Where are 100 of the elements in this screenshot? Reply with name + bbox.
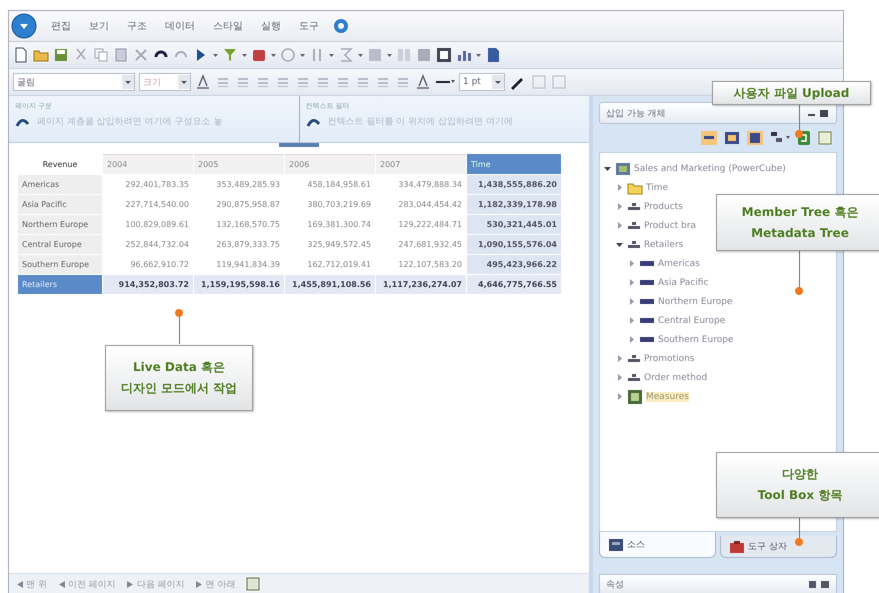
tree-item[interactable]: Order method [644, 372, 708, 382]
expand-triangle-icon[interactable] [628, 336, 636, 344]
panel-tab[interactable]: 도구 상자 [720, 536, 837, 558]
dropdown-caret-icon[interactable] [358, 52, 363, 58]
table-cell-text: 325,949,572.45 [306, 239, 372, 251]
tree-item[interactable]: Product bra [644, 220, 696, 230]
dropdown-caret-icon[interactable] [122, 75, 134, 89]
dropdown-caret-icon[interactable] [492, 75, 504, 89]
table-cell-text: 96,662,910.72 [129, 259, 190, 271]
panel-tab[interactable]: 소스 [599, 532, 716, 558]
drop-zone-hint: 컨텍스트 필터를 이 위치에 삽입하려면 여기에 [328, 116, 513, 128]
menu-item[interactable]: 편집 [47, 19, 75, 33]
callout-text: Tool Box 항목 [758, 487, 842, 504]
table-cell-text: 458,184,958.61 [306, 179, 372, 191]
restore-icon[interactable] [820, 579, 830, 589]
callout-text: 사용자 파일 Upload [734, 84, 850, 102]
sum-icon[interactable] [338, 47, 354, 63]
column-header: 2004 [103, 154, 193, 174]
table-cell-text: 292,401,783.35 [124, 179, 190, 191]
table-cell: 914,352,803.72 [103, 275, 193, 294]
table-cell: 1,159,195,598.16 [194, 275, 284, 294]
pager-link[interactable]: 다음 페이지 [126, 578, 185, 590]
menu-item[interactable]: 구조 [123, 19, 151, 33]
save-icon[interactable] [53, 47, 69, 63]
row-header: Central Europe [18, 235, 102, 254]
expand-triangle-icon[interactable] [628, 278, 636, 286]
frame-icon[interactable] [436, 47, 452, 63]
table-cell: 530,321,445.01 [467, 215, 561, 234]
cube-icon [615, 160, 631, 176]
expand-triangle-icon[interactable] [628, 298, 636, 306]
expand-triangle-icon[interactable] [616, 392, 624, 400]
expand-triangle-icon[interactable] [616, 374, 624, 382]
collapse-triangle-icon[interactable] [604, 164, 612, 172]
dropdown-caret-icon[interactable] [178, 75, 190, 89]
tree-item[interactable]: Time [646, 182, 668, 192]
table-view-icon[interactable] [723, 130, 741, 146]
tree-item[interactable]: Measures [646, 392, 689, 402]
pager-link[interactable]: 이전 페이지 [56, 578, 116, 590]
dropdown-caret-icon[interactable] [271, 52, 276, 58]
table-cell-text: 252,844,732.04 [124, 239, 190, 251]
dropdown-caret-icon[interactable] [213, 52, 218, 58]
table-cell-text: 100,829,089.61 [124, 219, 190, 231]
circle-icon[interactable] [280, 47, 296, 63]
expand-triangle-icon[interactable] [616, 184, 624, 192]
font-color-icon[interactable] [195, 74, 211, 90]
page-icon[interactable] [246, 577, 260, 591]
table-cell-text: 162,712,019.41 [306, 259, 372, 271]
menu-item[interactable]: 스타일 [209, 19, 247, 33]
menu-item[interactable]: 데이터 [161, 19, 199, 33]
member-view-icon[interactable] [700, 130, 718, 146]
dropdown-caret-icon[interactable] [329, 52, 334, 58]
tree-item[interactable]: Retailers [644, 240, 684, 250]
expand-triangle-icon[interactable] [616, 202, 624, 210]
tree-item[interactable]: Northern Europe [658, 296, 732, 306]
table-cell: 1,117,236,274.07 [376, 275, 466, 294]
row-header: Southern Europe [18, 255, 102, 274]
help-icon[interactable] [333, 18, 349, 34]
tree-item[interactable]: Sales and Marketing (PowerCube) [634, 164, 786, 174]
pager-link[interactable]: 맨 아래 [194, 578, 236, 590]
expand-triangle-icon[interactable] [616, 222, 624, 230]
dropdown-caret-icon[interactable] [300, 52, 305, 58]
tree-item[interactable]: Americas [658, 258, 700, 268]
new-document-icon[interactable] [13, 47, 29, 63]
font-field[interactable]: 굴림 [13, 73, 135, 91]
tree-item[interactable]: Promotions [644, 354, 694, 364]
fill-color-icon[interactable] [415, 74, 431, 90]
measures-icon [627, 388, 643, 404]
expand-triangle-icon[interactable] [628, 316, 636, 324]
table-cell: 1,438,555,886.20 [467, 175, 561, 194]
table-cell: 1,090,155,576.04 [467, 235, 561, 254]
column-header: 2005 [194, 154, 284, 174]
copy-icon[interactable] [93, 47, 109, 63]
table-cell-text: 122,107,583.20 [397, 259, 463, 271]
dropdown-caret-icon[interactable] [476, 52, 481, 58]
table-cell: 495,423,966.22 [467, 255, 561, 274]
expand-triangle-icon[interactable] [628, 260, 636, 268]
tree-item[interactable]: Asia Pacific [658, 278, 708, 288]
app-orb-icon[interactable] [11, 13, 37, 39]
tree-item[interactable]: Central Europe [658, 316, 726, 326]
tree-item[interactable]: Southern Europe [658, 334, 734, 344]
dropdown-caret-icon[interactable] [387, 52, 392, 58]
level-view-icon[interactable] [746, 130, 764, 146]
line-width-field[interactable]: 1 pt [459, 73, 505, 91]
menu-item[interactable]: 보기 [85, 19, 113, 33]
restore-icon[interactable] [819, 108, 830, 118]
menu-item[interactable]: 도구 [295, 19, 323, 33]
collapse-triangle-icon[interactable] [616, 240, 624, 248]
splitter-handle[interactable] [279, 143, 319, 147]
page-icon[interactable] [485, 47, 501, 63]
tree-item[interactable]: Products [644, 202, 683, 212]
pager-link[interactable]: 맨 위 [15, 578, 47, 590]
menu-item[interactable]: 실행 [257, 19, 285, 33]
filter-icon[interactable] [222, 47, 238, 63]
dropdown-caret-icon[interactable] [242, 52, 247, 58]
expand-triangle-icon[interactable] [616, 354, 624, 362]
table-cell-text: 227,714,540.00 [124, 199, 190, 211]
table-cell-text: 119,941,834.39 [215, 259, 281, 271]
table-cell-text: 290,875,958.87 [215, 199, 281, 211]
table-cell-text: 129,222,484.71 [397, 219, 463, 231]
font-size-field[interactable]: 크기 [139, 73, 191, 91]
